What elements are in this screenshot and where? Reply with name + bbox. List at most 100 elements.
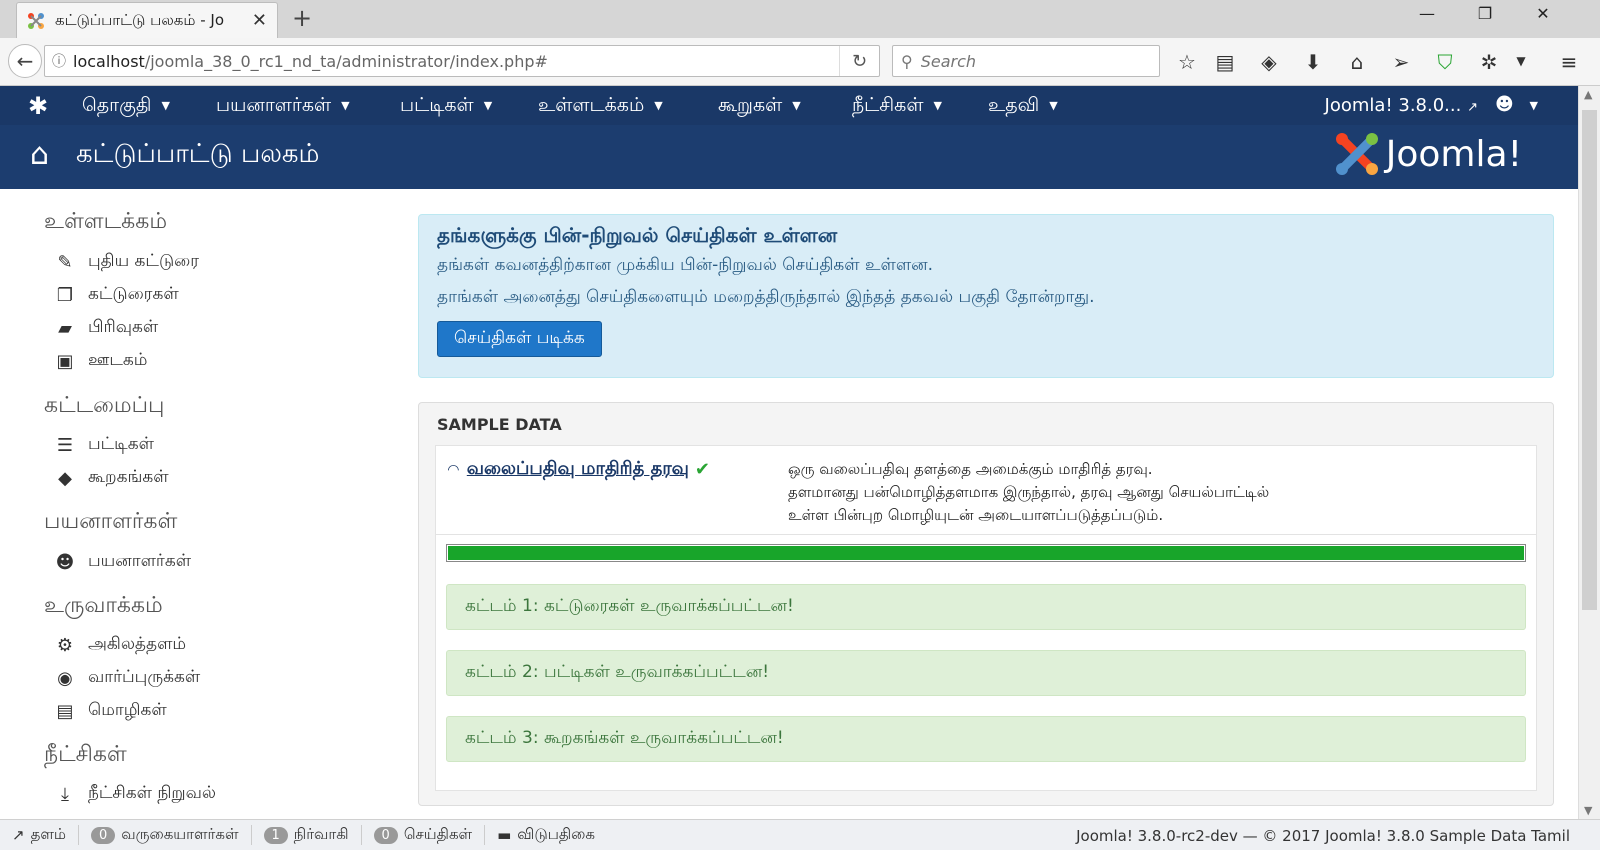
step-message-1: கட்டம் 1: கட்டுரைகள் உருவாக்கப்பட்டன! xyxy=(446,584,1526,630)
messages-label: செய்திகள் xyxy=(403,825,473,843)
sample-data-link-label: வலைப்பதிவு மாதிரித் தரவு xyxy=(466,458,689,479)
info-icon[interactable]: ⓘ xyxy=(45,51,73,71)
reload-icon[interactable]: ↻ xyxy=(839,46,879,76)
sidebar-item-articles[interactable]: ❐ கட்டுரைகள் xyxy=(54,284,179,306)
bookmark-star-icon[interactable]: ☆ xyxy=(1172,50,1202,74)
sidebar-item-label: பட்டிகள் xyxy=(88,434,154,454)
menu-users[interactable]: பயனாளர்கள் ▼ xyxy=(216,94,350,119)
joomla-menu-logo-icon[interactable]: ✱ xyxy=(28,92,48,120)
overflow-chevron-icon[interactable]: ▼ xyxy=(1506,54,1536,68)
menu-components[interactable]: கூறுகள் ▼ xyxy=(718,94,801,119)
hamburger-menu-icon[interactable]: ≡ xyxy=(1554,50,1584,74)
search-input[interactable] xyxy=(920,51,1141,71)
menu-extensions[interactable]: நீட்சிகள் ▼ xyxy=(852,94,942,119)
tab-title: கட்டுப்பாட்டு பலகம் - Jo xyxy=(55,10,225,29)
sidebar-item-menus[interactable]: ☰ பட்டிகள் xyxy=(54,434,154,456)
back-button[interactable]: ← xyxy=(8,44,42,78)
alert-heading: தங்களுக்கு பின்-நிறுவல் செய்திகள் உள்ளன xyxy=(437,223,838,247)
sidebar-item-media[interactable]: ▣ ஊடகம் xyxy=(54,350,147,372)
caret-down-icon: ▼ xyxy=(654,99,663,112)
alert-text-1: தங்கள் கவனத்திற்கான முக்கிய பின்-நிறுவல்… xyxy=(437,255,934,275)
reading-list-icon[interactable]: ▤ xyxy=(1210,50,1240,74)
status-visitors[interactable]: 0 வருகையாளர்கள் xyxy=(79,825,252,845)
user-menu[interactable]: ☻ ▼ xyxy=(1495,94,1538,115)
sidebar-item-modules[interactable]: ◆ கூறகங்கள் xyxy=(54,467,169,489)
menu-label: பட்டிகள் xyxy=(400,94,474,116)
status-logout[interactable]: ▬ விடுபதிகை xyxy=(485,825,607,845)
download-icon[interactable]: ⬇ xyxy=(1298,50,1328,74)
step-message-3: கட்டம் 3: கூறகங்கள் உருவாக்கப்பட்டன! xyxy=(446,716,1526,762)
list-icon: ☰ xyxy=(56,434,74,456)
search-box[interactable]: ⚲ xyxy=(892,45,1160,77)
menu-help[interactable]: உதவி ▼ xyxy=(988,94,1058,119)
tab-close-icon[interactable]: ✕ xyxy=(252,10,267,31)
wifi-icon: ◠ xyxy=(448,461,459,478)
sidebar-item-new-article[interactable]: ✎ புதிய கட்டுரை xyxy=(54,251,199,273)
status-admins[interactable]: 1 நிர்வாகி xyxy=(252,825,362,845)
sidebar-item-templates[interactable]: ◉ வார்ப்புருக்கள் xyxy=(54,667,200,689)
pencil-icon: ✎ xyxy=(57,251,73,273)
joomla-logo-text: Joomla! xyxy=(1385,133,1522,175)
minimize-button[interactable]: — xyxy=(1404,4,1450,23)
menu-content[interactable]: உள்ளடக்கம் ▼ xyxy=(538,94,663,119)
panel-heading: SAMPLE DATA xyxy=(437,415,562,434)
sidebar-item-categories[interactable]: ▰ பிரிவுகள் xyxy=(54,317,158,339)
sidebar-heading-extensions: நீட்சிகள் xyxy=(44,742,127,767)
maximize-button[interactable]: ❐ xyxy=(1462,4,1508,23)
sidebar-item-languages[interactable]: ▤ மொழிகள் xyxy=(54,700,166,722)
admin-menu-bar: ✱ தொகுதி ▼ பயனாளர்கள் ▼ பட்டிகள் ▼ உள்ளடக்க… xyxy=(0,86,1578,125)
sample-data-description: ஒரு வலைப்பதிவு தளத்தை அமைக்கும் மாதிரித்… xyxy=(788,458,1348,527)
menu-system[interactable]: தொகுதி ▼ xyxy=(82,94,170,119)
home-icon[interactable]: ⌂ xyxy=(1342,50,1372,74)
external-link-icon: ↗ xyxy=(1467,100,1478,115)
eye-icon: ◉ xyxy=(57,667,73,689)
sidebar-item-label: கட்டுரைகள் xyxy=(88,284,179,304)
cog-icon: ⚙ xyxy=(56,634,74,656)
scroll-up-icon[interactable]: ▲ xyxy=(1584,88,1592,101)
site-link[interactable]: Joomla! 3.8.0... ↗ xyxy=(1325,95,1478,116)
blog-sample-data-link[interactable]: ◠ வலைப்பதிவு மாதிரித் தரவு ✔ xyxy=(448,458,710,481)
page-title: கட்டுப்பாட்டு பலகம் xyxy=(76,139,320,169)
url-text[interactable]: localhost/joomla_38_0_rc1_nd_ta/administ… xyxy=(73,52,839,71)
pocket-icon[interactable]: ◈ xyxy=(1254,50,1284,74)
address-bar[interactable]: ⓘ localhost/joomla_38_0_rc1_nd_ta/admini… xyxy=(44,45,880,77)
new-tab-button[interactable]: + xyxy=(292,4,312,32)
sidebar-item-global[interactable]: ⚙ அகிலத்தளம் xyxy=(54,634,186,656)
send-icon[interactable]: ➢ xyxy=(1386,50,1416,74)
folder-icon: ▰ xyxy=(58,317,72,339)
comments-icon: ▤ xyxy=(56,700,74,722)
caret-down-icon: ▼ xyxy=(161,99,170,112)
vertical-scrollbar[interactable]: ▲ ▼ xyxy=(1578,86,1600,819)
home-icon: ⌂ xyxy=(30,137,50,172)
scroll-down-icon[interactable]: ▼ xyxy=(1584,804,1592,817)
step-message-2: கட்டம் 2: பட்டிகள் உருவாக்கப்பட்டன! xyxy=(446,650,1526,696)
window-close-button[interactable]: ✕ xyxy=(1520,4,1566,23)
sidebar-item-install-extensions[interactable]: ⤓ நீட்சிகள் நிறுவல் xyxy=(54,783,216,805)
read-messages-button[interactable]: செய்திகள் படிக்க xyxy=(437,321,602,357)
scrollbar-thumb[interactable] xyxy=(1582,110,1597,610)
search-icon: ⚲ xyxy=(901,51,913,71)
download-icon: ⤓ xyxy=(61,783,69,805)
divider xyxy=(436,534,1536,535)
browser-tab[interactable]: கட்டுப்பாட்டு பலகம் - Jo ✕ xyxy=(16,2,278,38)
joomla-logo-icon xyxy=(1334,131,1380,177)
menu-menus[interactable]: பட்டிகள் ▼ xyxy=(400,94,492,119)
copyright-text: Joomla! 3.8.0-rc2-dev — © 2017 Joomla! 3… xyxy=(1076,827,1570,845)
description-line: தளமானது பன்மொழித்தளமாக இருந்தால், தரவு ஆ… xyxy=(788,483,1270,501)
check-icon: ✔ xyxy=(694,459,710,480)
status-messages[interactable]: 0 செய்திகள் xyxy=(362,825,486,845)
description-line: ஒரு வலைப்பதிவு தளத்தை அமைக்கும் மாதிரித்… xyxy=(788,460,1153,478)
sidebar-item-label: ஊடகம் xyxy=(88,350,148,370)
caret-down-icon: ▼ xyxy=(1529,98,1538,112)
extension-icon[interactable]: ✲ xyxy=(1474,50,1504,74)
user-icon: ☻ xyxy=(1495,94,1514,115)
sidebar-heading-configuration: உருவாக்கம் xyxy=(44,593,163,618)
logout-label: விடுபதிகை xyxy=(517,825,595,843)
status-site-link[interactable]: ↗ தளம் xyxy=(0,825,79,845)
external-link-icon: ↗ xyxy=(12,826,25,844)
sidebar-heading-users: பயனாளர்கள் xyxy=(44,509,178,534)
shield-icon[interactable]: ⛉ xyxy=(1430,50,1460,74)
sidebar-item-label: நீட்சிகள் நிறுவல் xyxy=(88,783,217,803)
joomla-favicon-icon xyxy=(27,12,45,30)
sidebar-item-users[interactable]: ☻ பயனாளர்கள் xyxy=(54,551,191,573)
